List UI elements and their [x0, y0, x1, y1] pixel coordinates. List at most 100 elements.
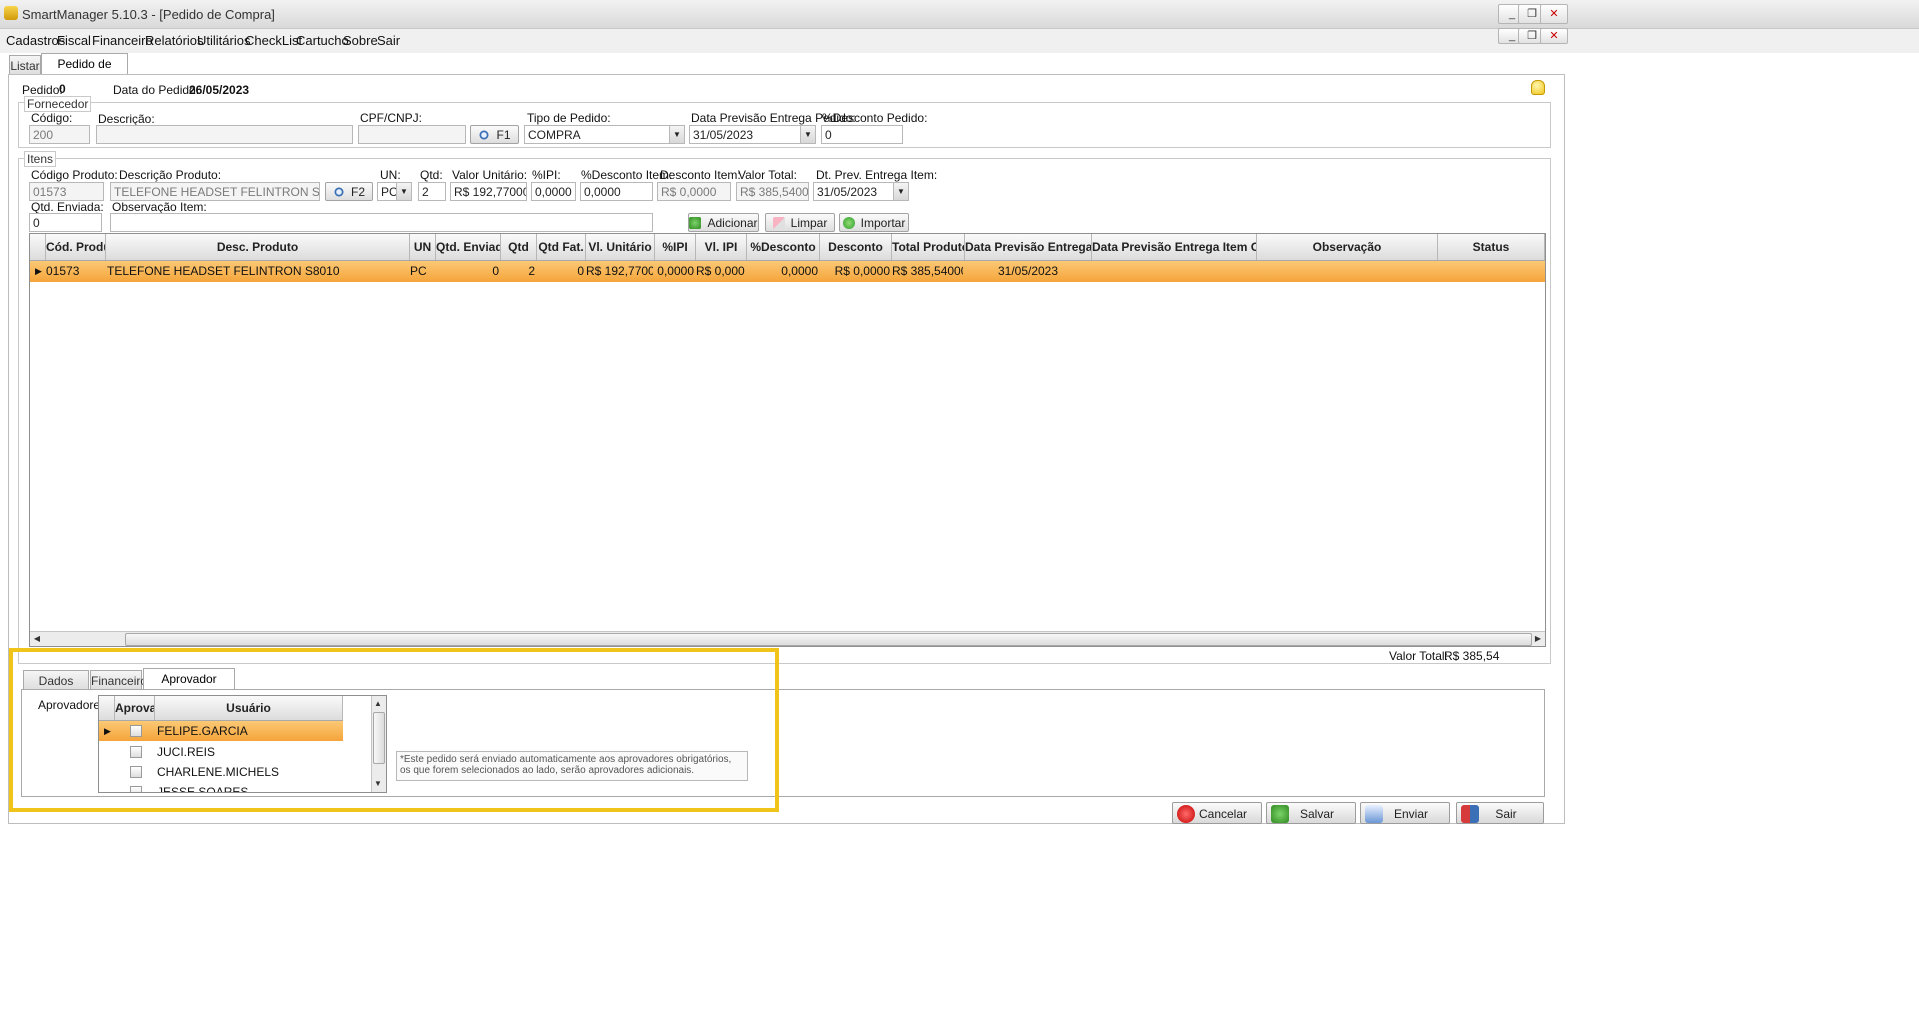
limpar-button[interactable]: Limpar — [765, 213, 835, 232]
horizontal-scrollbar[interactable]: ◀ ▶ — [30, 631, 1545, 646]
child-close-icon[interactable]: ✕ — [1540, 28, 1568, 44]
observacao-item-label: Observação Item: — [112, 200, 207, 214]
qtd-enviada-field[interactable]: 0 — [29, 213, 102, 232]
cell-observacao — [1257, 261, 1437, 282]
col-desconto-pct[interactable]: %Desconto — [747, 234, 820, 260]
descricao-produto-field[interactable]: TELEFONE HEADSET FELINTRON S8010 — [110, 182, 320, 201]
col-ipi[interactable]: %IPI — [655, 234, 696, 260]
valor-total-label: Valor Total: — [1389, 649, 1448, 663]
cpf-field-redacted[interactable] — [358, 125, 466, 144]
calendar-dropdown-icon[interactable]: ▼ — [893, 183, 908, 200]
cell-data-previsao-original — [1092, 261, 1256, 282]
calendar-dropdown-icon[interactable]: ▼ — [800, 126, 815, 143]
descricao-label: Descrição: — [98, 112, 155, 126]
search-f1-button[interactable]: F1 — [470, 125, 519, 144]
chevron-down-icon[interactable]: ▼ — [669, 126, 684, 143]
descricao-produto-label: Descrição Produto: — [119, 168, 222, 182]
scroll-thumb[interactable] — [125, 633, 1532, 646]
col-cod-produto[interactable]: Cód. Produto — [46, 234, 106, 260]
menu-fiscal[interactable]: Fiscal — [57, 33, 91, 48]
un-select[interactable]: PC ▼ — [377, 182, 412, 201]
menu-sair[interactable]: Sair — [377, 33, 400, 48]
itens-group-label: Itens — [24, 151, 57, 167]
fornecedor-codigo-field[interactable]: 200 — [29, 125, 90, 144]
col-data-previsao-original[interactable]: Data Previsão Entrega Item Original — [1092, 234, 1257, 260]
menu-relatorios[interactable]: Relatórios — [145, 33, 204, 48]
ipi-label: %IPI: — [532, 168, 561, 182]
sair-label: Sair — [1495, 807, 1517, 821]
cell-qtd: 2 — [528, 264, 535, 278]
valor-total-item-field[interactable]: R$ 385,540000 — [736, 182, 809, 201]
importar-button[interactable]: Importar — [839, 213, 909, 232]
tipo-pedido-value: COMPRA — [528, 128, 581, 142]
qtd-label: Qtd: — [420, 168, 443, 182]
adicionar-button[interactable]: Adicionar — [688, 213, 759, 232]
lightbulb-icon[interactable] — [1531, 80, 1545, 95]
un-label: UN: — [380, 168, 401, 182]
observacao-item-field[interactable] — [110, 213, 653, 232]
cell-cod-produto: 01573 — [46, 264, 80, 278]
tab-listar[interactable]: Listar — [9, 55, 41, 76]
menu-utilitarios[interactable]: Utilitários — [197, 33, 250, 48]
desconto-pedido-label: %Desconto Pedido: — [822, 111, 928, 125]
col-data-previsao[interactable]: Data Previsão Entrega Item — [965, 234, 1092, 260]
data-pedido-value: 26/05/2023 — [189, 83, 250, 97]
cell-qtd-fat: 0 — [577, 264, 584, 278]
col-desc-produto[interactable]: Desc. Produto — [106, 234, 410, 260]
f1-label: F1 — [496, 128, 511, 142]
search-f2-button[interactable]: F2 — [325, 182, 373, 201]
grid-header: Cód. Produto Desc. Produto UN Qtd. Envia… — [30, 234, 1545, 261]
adicionar-label: Adicionar — [707, 216, 758, 230]
previsao-pedido-date[interactable]: 31/05/2023 ▼ — [689, 125, 816, 144]
limpar-label: Limpar — [790, 216, 828, 230]
eraser-icon — [772, 217, 785, 229]
desconto-item-pct-field[interactable]: 0,0000 — [580, 182, 653, 201]
cell-vl-unitario: R$ 192,770000 — [586, 264, 653, 278]
desconto-pedido-field[interactable]: 0 — [821, 125, 903, 144]
col-status[interactable]: Status — [1438, 234, 1545, 260]
scroll-right-icon[interactable]: ▶ — [1532, 633, 1544, 644]
search-icon — [478, 129, 491, 141]
desconto-item-pct-label: %Desconto Item: — [581, 168, 673, 182]
col-qtd-fat[interactable]: Qtd Fat. — [537, 234, 586, 260]
menu-financeiro[interactable]: Financeiro — [92, 33, 153, 48]
table-row[interactable]: ▶ 01573 TELEFONE HEADSET FELINTRON S8010… — [30, 261, 1545, 282]
valor-unitario-field[interactable]: R$ 192,770000 — [450, 182, 527, 201]
close-icon[interactable]: ✕ — [1540, 4, 1568, 24]
pedido-label: Pedido: — [22, 83, 63, 97]
cancelar-button[interactable]: Cancelar — [1172, 802, 1262, 824]
col-qtd-enviada[interactable]: Qtd. Enviada — [436, 234, 501, 260]
dt-prev-item-date[interactable]: 31/05/2023 ▼ — [813, 182, 909, 201]
desconto-item-field[interactable]: R$ 0,0000 — [657, 182, 731, 201]
tipo-pedido-select[interactable]: COMPRA ▼ — [524, 125, 685, 144]
valor-unitario-label: Valor Unitário: — [452, 168, 528, 182]
sair-button[interactable]: Sair — [1456, 802, 1544, 824]
col-vl-unitario[interactable]: Vl. Unitário — [586, 234, 655, 260]
col-desconto[interactable]: Desconto — [820, 234, 892, 260]
col-vl-ipi[interactable]: Vl. IPI — [696, 234, 747, 260]
menu-cartucho[interactable]: Cartucho — [296, 33, 349, 48]
fornecedor-descricao-field-redacted[interactable] — [96, 125, 353, 144]
menu-sobre[interactable]: Sobre — [343, 33, 378, 48]
enviar-button[interactable]: Enviar — [1360, 802, 1450, 824]
qtd-field[interactable]: 2 — [418, 182, 446, 201]
col-total-produto[interactable]: Total Produto — [892, 234, 965, 260]
fornecedor-group-label: Fornecedor — [24, 96, 92, 112]
menu-checklist[interactable]: CheckList — [245, 33, 302, 48]
col-qtd[interactable]: Qtd — [501, 234, 537, 260]
dt-prev-item-value: 31/05/2023 — [817, 185, 878, 199]
cell-total-produto: R$ 385,540000 — [892, 264, 963, 278]
chevron-down-icon[interactable]: ▼ — [396, 183, 411, 200]
qtd-enviada-label: Qtd. Enviada: — [31, 200, 104, 214]
salvar-button[interactable]: Salvar — [1266, 802, 1356, 824]
tab-pedido-de-compra[interactable]: Pedido de Compra — [41, 53, 128, 91]
dt-prev-item-label: Dt. Prev. Entrega Item: — [816, 168, 938, 182]
codigo-produto-field[interactable]: 01573 — [29, 182, 104, 201]
ipi-field[interactable]: 0,0000 — [531, 182, 576, 201]
window-title: SmartManager 5.10.3 - [Pedido de Compra] — [22, 7, 275, 22]
scroll-left-icon[interactable]: ◀ — [31, 633, 43, 644]
col-observacao[interactable]: Observação — [1257, 234, 1438, 260]
itens-grid[interactable]: Cód. Produto Desc. Produto UN Qtd. Envia… — [29, 233, 1546, 647]
cell-qtd-enviada: 0 — [492, 264, 499, 278]
col-un[interactable]: UN — [410, 234, 436, 260]
